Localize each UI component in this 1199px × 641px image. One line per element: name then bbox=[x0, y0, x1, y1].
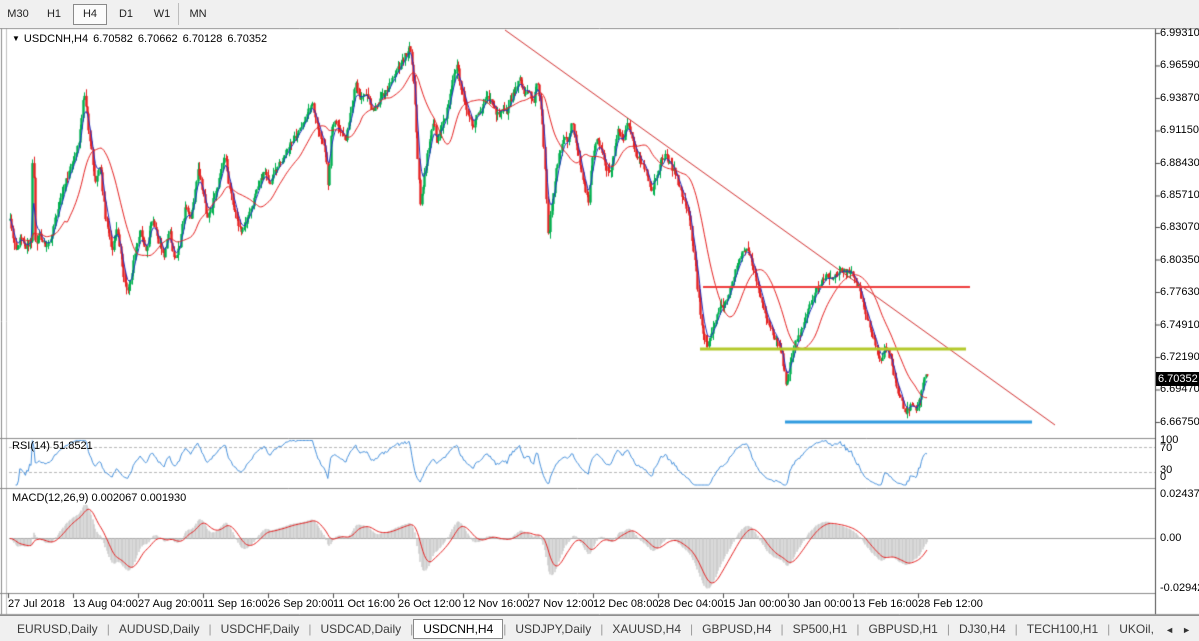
time-axis-label: 12 Dec 08:00 bbox=[593, 598, 658, 611]
rsi-axis-label: 70 bbox=[1160, 442, 1172, 455]
price-axis-label: 6.72190 bbox=[1160, 351, 1199, 364]
timeframe-button-d1[interactable]: D1 bbox=[109, 4, 143, 25]
price-axis-label: 6.88430 bbox=[1160, 157, 1199, 170]
chart-tab-sp500-h1[interactable]: SP500,H1 bbox=[784, 619, 857, 639]
price-axis-label: 6.80350 bbox=[1160, 254, 1199, 267]
time-axis-label: 15 Jan 00:00 bbox=[723, 598, 787, 611]
price-axis-label: 6.93870 bbox=[1160, 92, 1199, 105]
current-price-tag: 6.70352 bbox=[1156, 372, 1199, 386]
time-axis-label: 28 Feb 12:00 bbox=[918, 598, 983, 611]
chart-tab-usdcad-daily[interactable]: USDCAD,Daily bbox=[311, 619, 410, 639]
price-axis-label: 6.66750 bbox=[1160, 416, 1199, 429]
chart-tab-dj30-h4[interactable]: DJ30,H4 bbox=[950, 619, 1015, 639]
chart-tab-ukoil[interactable]: UKOil, bbox=[1110, 619, 1163, 639]
price-axis-label: 6.99310 bbox=[1160, 27, 1199, 40]
chart-tab-usdcnh-h4[interactable]: USDCNH,H4 bbox=[413, 619, 503, 639]
chart-tab-tech100-h1[interactable]: TECH100,H1 bbox=[1018, 619, 1107, 639]
chart-tab-audusd-daily[interactable]: AUDUSD,Daily bbox=[110, 619, 209, 639]
chart-symbol-period: USDCNH,H4 bbox=[24, 33, 88, 45]
time-axis-label: 26 Oct 12:00 bbox=[398, 598, 461, 611]
time-axis-label: 27 Jul 2018 bbox=[8, 598, 65, 611]
price-axis-label: 6.96590 bbox=[1160, 59, 1199, 72]
ohlc-close: 6.70352 bbox=[227, 33, 267, 45]
time-axis-label: 11 Oct 16:00 bbox=[333, 598, 395, 611]
price-axis-label: 6.91150 bbox=[1160, 124, 1199, 137]
tab-scroll-buttons: ◄► bbox=[1159, 619, 1197, 639]
price-axis-label: 6.83070 bbox=[1160, 221, 1199, 234]
time-axis-label: 27 Nov 12:00 bbox=[528, 598, 593, 611]
ohlc-open: 6.70582 bbox=[93, 33, 133, 45]
tabs-scroll-left-button[interactable]: ◄ bbox=[1161, 624, 1178, 636]
time-axis-label: 28 Dec 04:00 bbox=[658, 598, 723, 611]
macd-indicator-label: MACD(12,26,9) 0.002067 0.001930 bbox=[12, 492, 186, 505]
time-axis-label: 11 Sep 16:00 bbox=[203, 598, 268, 611]
price-axis-label: 6.74910 bbox=[1160, 319, 1199, 332]
macd-axis-label: 0.024372 bbox=[1160, 488, 1199, 501]
time-axis-label: 27 Aug 20:00 bbox=[138, 598, 203, 611]
chart-tab-xauusd-h4[interactable]: XAUUSD,H4 bbox=[603, 619, 690, 639]
chart-tab-gbpusd-h1[interactable]: GBPUSD,H1 bbox=[859, 619, 946, 639]
timeframe-button-m30[interactable]: M30 bbox=[1, 4, 35, 25]
macd-axis-label: 0.00 bbox=[1160, 532, 1181, 545]
time-axis-label: 13 Aug 04:00 bbox=[73, 598, 138, 611]
timeframe-button-mn[interactable]: MN bbox=[181, 4, 215, 25]
rsi-axis-label: 0 bbox=[1160, 471, 1166, 484]
ohlc-low: 6.70128 bbox=[183, 33, 223, 45]
chart-tab-eurusd-daily[interactable]: EURUSD,Daily bbox=[8, 619, 107, 639]
timeframe-toolbar: M30H1H4D1W1MN bbox=[0, 0, 1199, 28]
price-axis-label: 6.77630 bbox=[1160, 286, 1199, 299]
timeframe-button-h4[interactable]: H4 bbox=[73, 4, 107, 25]
time-axis-label: 26 Sep 20:00 bbox=[268, 598, 333, 611]
symbol-dropdown-icon[interactable]: ▼ bbox=[12, 34, 20, 43]
chart-tab-bar: EURUSD,Daily|AUDUSD,Daily|USDCHF,Daily|U… bbox=[0, 615, 1199, 641]
chart-tab-usdchf-daily[interactable]: USDCHF,Daily bbox=[212, 619, 309, 639]
chart-canvas[interactable] bbox=[0, 0, 1199, 641]
ohlc-high: 6.70662 bbox=[138, 33, 178, 45]
timeframe-button-w1[interactable]: W1 bbox=[145, 4, 179, 25]
chart-tab-usdjpy-daily[interactable]: USDJPY,Daily bbox=[506, 619, 600, 639]
price-axis-label: 6.85710 bbox=[1160, 189, 1199, 202]
chart-legend: ▼ USDCNH,H4 6.70582 6.70662 6.70128 6.70352 bbox=[12, 33, 267, 45]
timeframe-button-h1[interactable]: H1 bbox=[37, 4, 71, 25]
time-axis-label: 30 Jan 00:00 bbox=[788, 598, 852, 611]
time-axis-label: 12 Nov 16:00 bbox=[463, 598, 528, 611]
chart-tab-gbpusd-h4[interactable]: GBPUSD,H4 bbox=[693, 619, 780, 639]
trading-terminal-window: M30H1H4D1W1MN ▼ USDCNH,H4 6.70582 6.70662 6.… bbox=[0, 0, 1199, 641]
tabs-scroll-right-button[interactable]: ► bbox=[1178, 624, 1195, 636]
rsi-indicator-label: RSI(14) 51.8521 bbox=[12, 440, 93, 453]
time-axis-label: 13 Feb 16:00 bbox=[853, 598, 918, 611]
macd-axis-label: -0.029423 bbox=[1160, 582, 1199, 595]
